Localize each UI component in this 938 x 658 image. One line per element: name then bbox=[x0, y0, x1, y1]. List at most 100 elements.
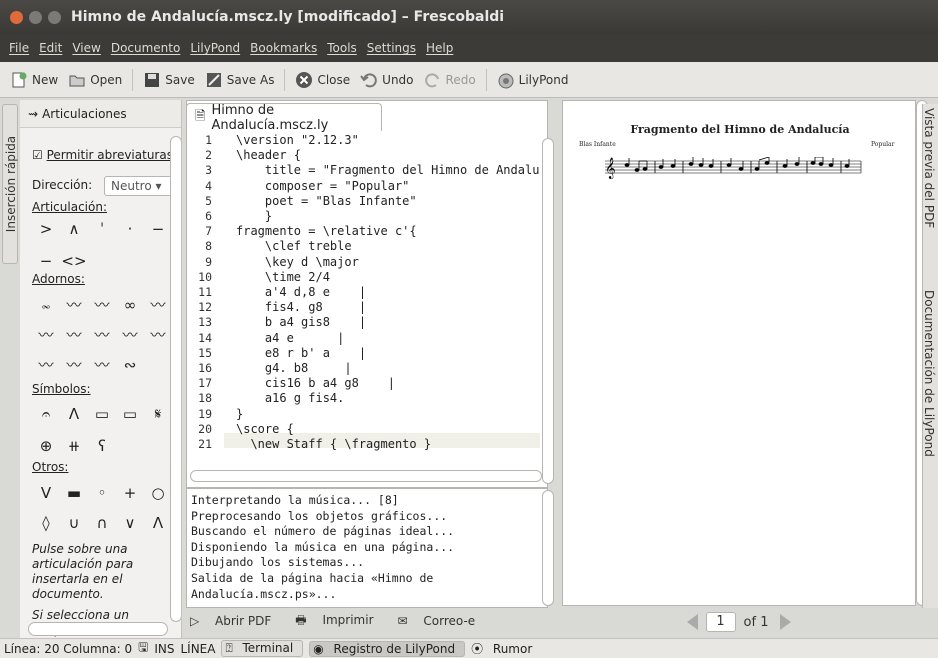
menu-settings[interactable]: Settings bbox=[367, 41, 416, 55]
menu-documento[interactable]: Documento bbox=[111, 41, 181, 55]
panel-vertical-scrollbar[interactable] bbox=[170, 136, 181, 622]
symbol-row-1: 𝄐 Λ ▭ ▭ 𝄋 bbox=[32, 404, 172, 424]
segno-icon[interactable]: 𝄋 bbox=[144, 405, 172, 423]
open-pdf-label: Abrir PDF bbox=[215, 614, 272, 628]
open-button[interactable]: Open bbox=[68, 71, 122, 89]
trill-icon[interactable]: 𝆗 bbox=[32, 296, 60, 314]
terminal-button[interactable]: ⍰ Terminal bbox=[221, 640, 304, 657]
downprall-icon[interactable]: 〰 bbox=[88, 324, 116, 345]
maximize-window-icon[interactable] bbox=[48, 10, 61, 24]
pdf-preview-tab[interactable]: Vista previa del PDF bbox=[923, 108, 936, 228]
simbolos-heading: Símbolos: bbox=[32, 382, 91, 396]
coda-icon[interactable]: ⊕ bbox=[32, 437, 60, 455]
snappizzicato-icon[interactable]: Λ bbox=[144, 514, 172, 532]
upprall-icon[interactable]: 〰 bbox=[60, 324, 88, 345]
downmordent-icon[interactable]: 〰 bbox=[144, 324, 172, 345]
quick-insert-side-tab[interactable]: Inserción rápida bbox=[2, 104, 18, 264]
short-fermata-icon[interactable]: Λ bbox=[60, 405, 88, 423]
code-line: poet = "Blas Infante" bbox=[236, 193, 417, 208]
fermata-icon[interactable]: 𝄐 bbox=[32, 405, 60, 423]
undo-button[interactable]: Undo bbox=[360, 71, 414, 89]
close-button[interactable]: Close bbox=[295, 71, 350, 89]
espressivo-icon[interactable]: <> bbox=[60, 252, 88, 270]
page-number-input[interactable]: 1 bbox=[705, 612, 736, 632]
code-line: a16 g fis4. bbox=[236, 391, 345, 406]
pdf-composer: Popular bbox=[871, 141, 895, 148]
log-line: Andalucía.mscz.ps»... bbox=[191, 586, 337, 601]
line-number: 15 bbox=[198, 345, 212, 360]
portato-icon[interactable]: − bbox=[32, 252, 60, 270]
save-as-label: Save As bbox=[226, 72, 275, 87]
chevron-icon: ⇝ bbox=[28, 106, 39, 121]
long-fermata-icon[interactable]: ▭ bbox=[88, 405, 116, 423]
next-page-icon[interactable] bbox=[780, 614, 792, 630]
panel-header[interactable]: ⇝ Articulaciones bbox=[20, 100, 181, 128]
email-button[interactable]: ✉ Correo-e bbox=[398, 614, 488, 628]
menu-tools[interactable]: Tools bbox=[327, 41, 357, 55]
direction-select[interactable]: Neutro ▾ bbox=[104, 176, 174, 196]
open-pdf-button[interactable]: ▷ Abrir PDF bbox=[190, 614, 283, 628]
reverseturn-icon[interactable]: ∾ bbox=[116, 356, 144, 374]
turn-icon[interactable]: ∞ bbox=[116, 296, 144, 314]
prallup-icon[interactable]: 〰 bbox=[60, 354, 88, 375]
pdf-navigation: 1 of 1 bbox=[562, 606, 916, 638]
open-icon[interactable]: ○ bbox=[144, 484, 172, 502]
code-editor[interactable]: 1 \version "2.12.3" 2 \header {3 title = "F… bbox=[188, 131, 540, 483]
downbow-icon[interactable]: ▬ bbox=[60, 484, 88, 502]
music-staff: 𝄞 bbox=[605, 157, 862, 179]
lilypond-log-label: Registro de LilyPond bbox=[333, 641, 456, 656]
pdf-preview[interactable]: Fragmento del Himno de Andalucía Blas In… bbox=[562, 100, 916, 606]
lheel-icon[interactable]: ◊ bbox=[32, 514, 60, 532]
save-as-button[interactable]: Save As bbox=[205, 71, 275, 89]
previous-page-icon[interactable] bbox=[686, 614, 698, 630]
editor-horizontal-scrollbar[interactable] bbox=[190, 470, 542, 482]
panel-horizontal-scrollbar[interactable] bbox=[28, 622, 168, 636]
code-line: } bbox=[236, 209, 273, 223]
log-line: Salida de la página hacia «Himno de bbox=[191, 570, 434, 585]
lineprall-icon[interactable]: 〰 bbox=[32, 354, 60, 375]
flageolet-icon[interactable]: ◦ bbox=[88, 484, 116, 502]
menu-help[interactable]: Help bbox=[426, 41, 453, 55]
upbow-icon[interactable]: V bbox=[32, 484, 60, 502]
prall-icon[interactable]: 〰 bbox=[60, 294, 88, 315]
document-tab[interactable]: 🗎 Himno de Andalucía.mscz.ly bbox=[186, 103, 382, 133]
minimize-window-icon[interactable] bbox=[29, 10, 42, 24]
pralldown-icon[interactable]: 〰 bbox=[88, 354, 116, 375]
verylong-fermata-icon[interactable]: ▭ bbox=[116, 405, 144, 423]
rumor-button[interactable]: ⦿ Rumor bbox=[471, 640, 538, 657]
new-button[interactable]: New bbox=[10, 71, 58, 89]
mordent-icon[interactable]: 〰 bbox=[88, 294, 116, 315]
tenuto-icon[interactable]: − bbox=[144, 220, 172, 238]
rheel-icon[interactable]: ∪ bbox=[60, 514, 88, 532]
staccatissimo-icon[interactable]: ˈ bbox=[88, 220, 116, 238]
stopped-icon[interactable]: + bbox=[116, 484, 144, 502]
menu-view[interactable]: View bbox=[72, 41, 100, 55]
prallprall-icon[interactable]: 〰 bbox=[144, 294, 172, 315]
marcato-icon[interactable]: ∧ bbox=[60, 220, 88, 238]
menu-lilypond[interactable]: LilyPond bbox=[190, 41, 240, 55]
menu-file[interactable]: File bbox=[9, 41, 29, 55]
prallmordent-icon[interactable]: 〰 bbox=[32, 324, 60, 345]
articulation-row-2: − <> bbox=[32, 252, 88, 270]
lilypond-log-button[interactable]: ◉ Registro de LilyPond bbox=[309, 640, 466, 657]
editor-vertical-scrollbar[interactable] bbox=[542, 138, 554, 484]
signumcongruentiae-icon[interactable]: ʕ bbox=[88, 437, 116, 455]
staccato-icon[interactable]: · bbox=[116, 220, 144, 238]
lilypond-docs-tab[interactable]: Documentación de LilyPond bbox=[923, 290, 936, 457]
log-vertical-scrollbar[interactable] bbox=[542, 490, 554, 606]
ltoe-icon[interactable]: ∩ bbox=[88, 514, 116, 532]
save-button[interactable]: Save bbox=[143, 71, 195, 89]
close-window-icon[interactable] bbox=[10, 10, 23, 24]
upmordent-icon[interactable]: 〰 bbox=[116, 324, 144, 345]
print-button[interactable]: 🖶 Imprimir bbox=[295, 611, 385, 632]
line-number: 20 bbox=[198, 421, 212, 436]
varcoda-icon[interactable]: ⧺ bbox=[60, 437, 88, 455]
menu-bookmarks[interactable]: Bookmarks bbox=[250, 41, 317, 55]
redo-button[interactable]: Redo bbox=[424, 71, 476, 89]
line-number: 1 bbox=[205, 133, 212, 147]
abbrev-checkbox[interactable]: ☑ Permitir abreviaturas bbox=[32, 148, 173, 162]
accent-icon[interactable]: > bbox=[32, 220, 60, 238]
rtoe-icon[interactable]: ∨ bbox=[116, 514, 144, 532]
menu-edit[interactable]: Edit bbox=[39, 41, 62, 55]
lilypond-button[interactable]: LilyPond bbox=[497, 71, 568, 89]
